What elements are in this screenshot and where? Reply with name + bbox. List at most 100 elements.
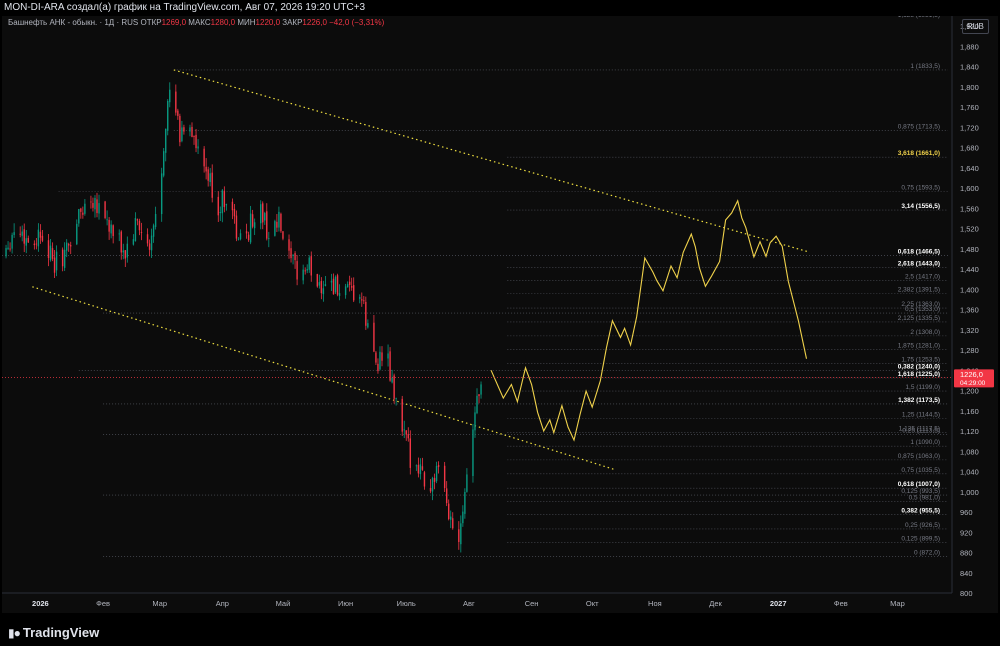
candle-body	[294, 253, 296, 261]
candle-body	[49, 245, 52, 261]
footer: ▮● TradingView	[0, 613, 1000, 646]
candle-body	[47, 240, 50, 259]
candle-body	[280, 213, 282, 232]
fib-level-label: 2,382 (1391,5)	[898, 287, 940, 294]
chart-background	[2, 16, 998, 613]
candle-body	[21, 231, 23, 236]
fib-level-label: 2,5 (1417,0)	[905, 274, 940, 281]
price-axis-tick-label: 1,400	[960, 285, 979, 294]
time-axis-tick-label: Июн	[338, 599, 353, 608]
candle-body	[308, 257, 310, 270]
candle-body	[160, 173, 163, 215]
candle-body	[181, 127, 183, 142]
price-axis-tick-label: 1,440	[960, 265, 979, 274]
fib-level-label: 1,382 (1173,5)	[898, 397, 940, 404]
price-axis-tick-label: 1,000	[960, 488, 979, 497]
candle-body	[183, 127, 185, 132]
candle-body	[110, 224, 112, 234]
candle-body	[247, 234, 250, 241]
candle-body	[350, 286, 353, 288]
candle-body	[7, 247, 9, 250]
legend-close-label: ЗАКР	[282, 18, 303, 27]
price-axis-tick-label: 1,680	[960, 144, 979, 153]
candle-body	[379, 351, 381, 370]
candle-body	[165, 128, 167, 153]
price-axis-tick-label: 1,360	[960, 306, 979, 315]
candle-body	[249, 213, 252, 243]
candle-body	[37, 229, 40, 247]
candle-body	[98, 203, 100, 214]
time-axis-tick-label: Дек	[709, 599, 722, 608]
legend-open-label: ОТКР	[140, 18, 162, 27]
candle-body	[191, 126, 193, 138]
fib-level-label: 1,5 (1199,0)	[905, 384, 940, 391]
candle-body	[177, 110, 179, 116]
candle-body	[231, 201, 234, 211]
time-axis-tick-label: Окт	[586, 599, 599, 608]
time-axis-tick-label: Мар	[152, 599, 167, 608]
candle-body	[118, 233, 120, 235]
price-axis-tick-label: 1,880	[960, 42, 979, 51]
candle-body	[90, 201, 92, 203]
candle-body	[132, 239, 135, 245]
candle-body	[39, 231, 42, 238]
candle-body	[435, 465, 438, 482]
candle-body	[235, 215, 238, 239]
candle-body	[154, 213, 157, 227]
currency-button[interactable]: RUB	[962, 19, 989, 34]
candle-body	[415, 465, 418, 467]
candle-body	[140, 231, 143, 233]
candle-body	[464, 491, 466, 514]
candle-body	[195, 134, 197, 149]
candle-body	[189, 127, 191, 132]
candle-body	[447, 503, 450, 520]
candle-body	[373, 322, 375, 352]
candle-body	[443, 465, 446, 489]
time-axis-tick-label: Фев	[834, 599, 848, 608]
candle-body	[251, 214, 254, 227]
candle-body	[322, 288, 325, 295]
candle-body	[211, 172, 213, 198]
price-axis-tick-label: 960	[960, 508, 973, 517]
price-axis-tick-label: 1,640	[960, 164, 979, 173]
time-axis-tick-label: Мар	[890, 599, 905, 608]
time-axis-tick-label: 2026	[32, 599, 49, 608]
time-axis-tick-label: Сен	[525, 599, 539, 608]
time-axis-tick-label: Май	[276, 599, 291, 608]
legend-high-value: 1280,0	[210, 18, 236, 27]
fib-level-label: 3,618 (1661,0)	[898, 150, 940, 157]
candle-body	[336, 275, 339, 295]
fib-level-label: 0,75 (1035,5)	[901, 467, 940, 474]
candle-body	[175, 91, 177, 113]
candle-body	[296, 261, 298, 280]
current-price-value: 1226,0	[960, 370, 983, 379]
bar-countdown: 04:29:00	[960, 380, 986, 387]
candle-body	[203, 148, 205, 167]
candle-body	[253, 222, 256, 229]
candle-body	[65, 242, 68, 251]
candle-body	[346, 284, 349, 288]
candle-body	[403, 429, 405, 431]
candle-body	[276, 221, 278, 228]
candle-body	[112, 225, 114, 237]
price-axis-tick-label: 1,720	[960, 123, 979, 132]
candle-body	[167, 100, 169, 131]
candle-body	[179, 115, 181, 143]
candle-body	[70, 245, 72, 247]
fib-level-label: 0,5 (981,0)	[909, 494, 940, 501]
candle-body	[320, 281, 323, 294]
price-axis-tick-label: 1,480	[960, 245, 979, 254]
candle-body	[377, 363, 379, 372]
fib-level-label: 0,125 (899,5)	[901, 536, 940, 543]
price-axis-tick-label: 1,560	[960, 204, 979, 213]
fib-level-label: 1,25 (1144,5)	[902, 412, 940, 419]
price-axis-tick-label: 1,200	[960, 387, 979, 396]
chart-frame[interactable]: 1 (1833,5) 0,875 (1713,5) 3,618 (1661,0) 0,…	[2, 12, 998, 613]
tradingview-logo[interactable]: ▮● TradingView	[8, 625, 99, 640]
candle-body	[274, 221, 276, 236]
candle-body	[122, 250, 124, 253]
candle-body	[389, 351, 391, 381]
candle-body	[381, 352, 383, 361]
candle-body	[348, 281, 351, 285]
price-chart[interactable]: 1 (1833,5) 0,875 (1713,5) 3,618 (1661,0) 0,…	[2, 12, 998, 613]
